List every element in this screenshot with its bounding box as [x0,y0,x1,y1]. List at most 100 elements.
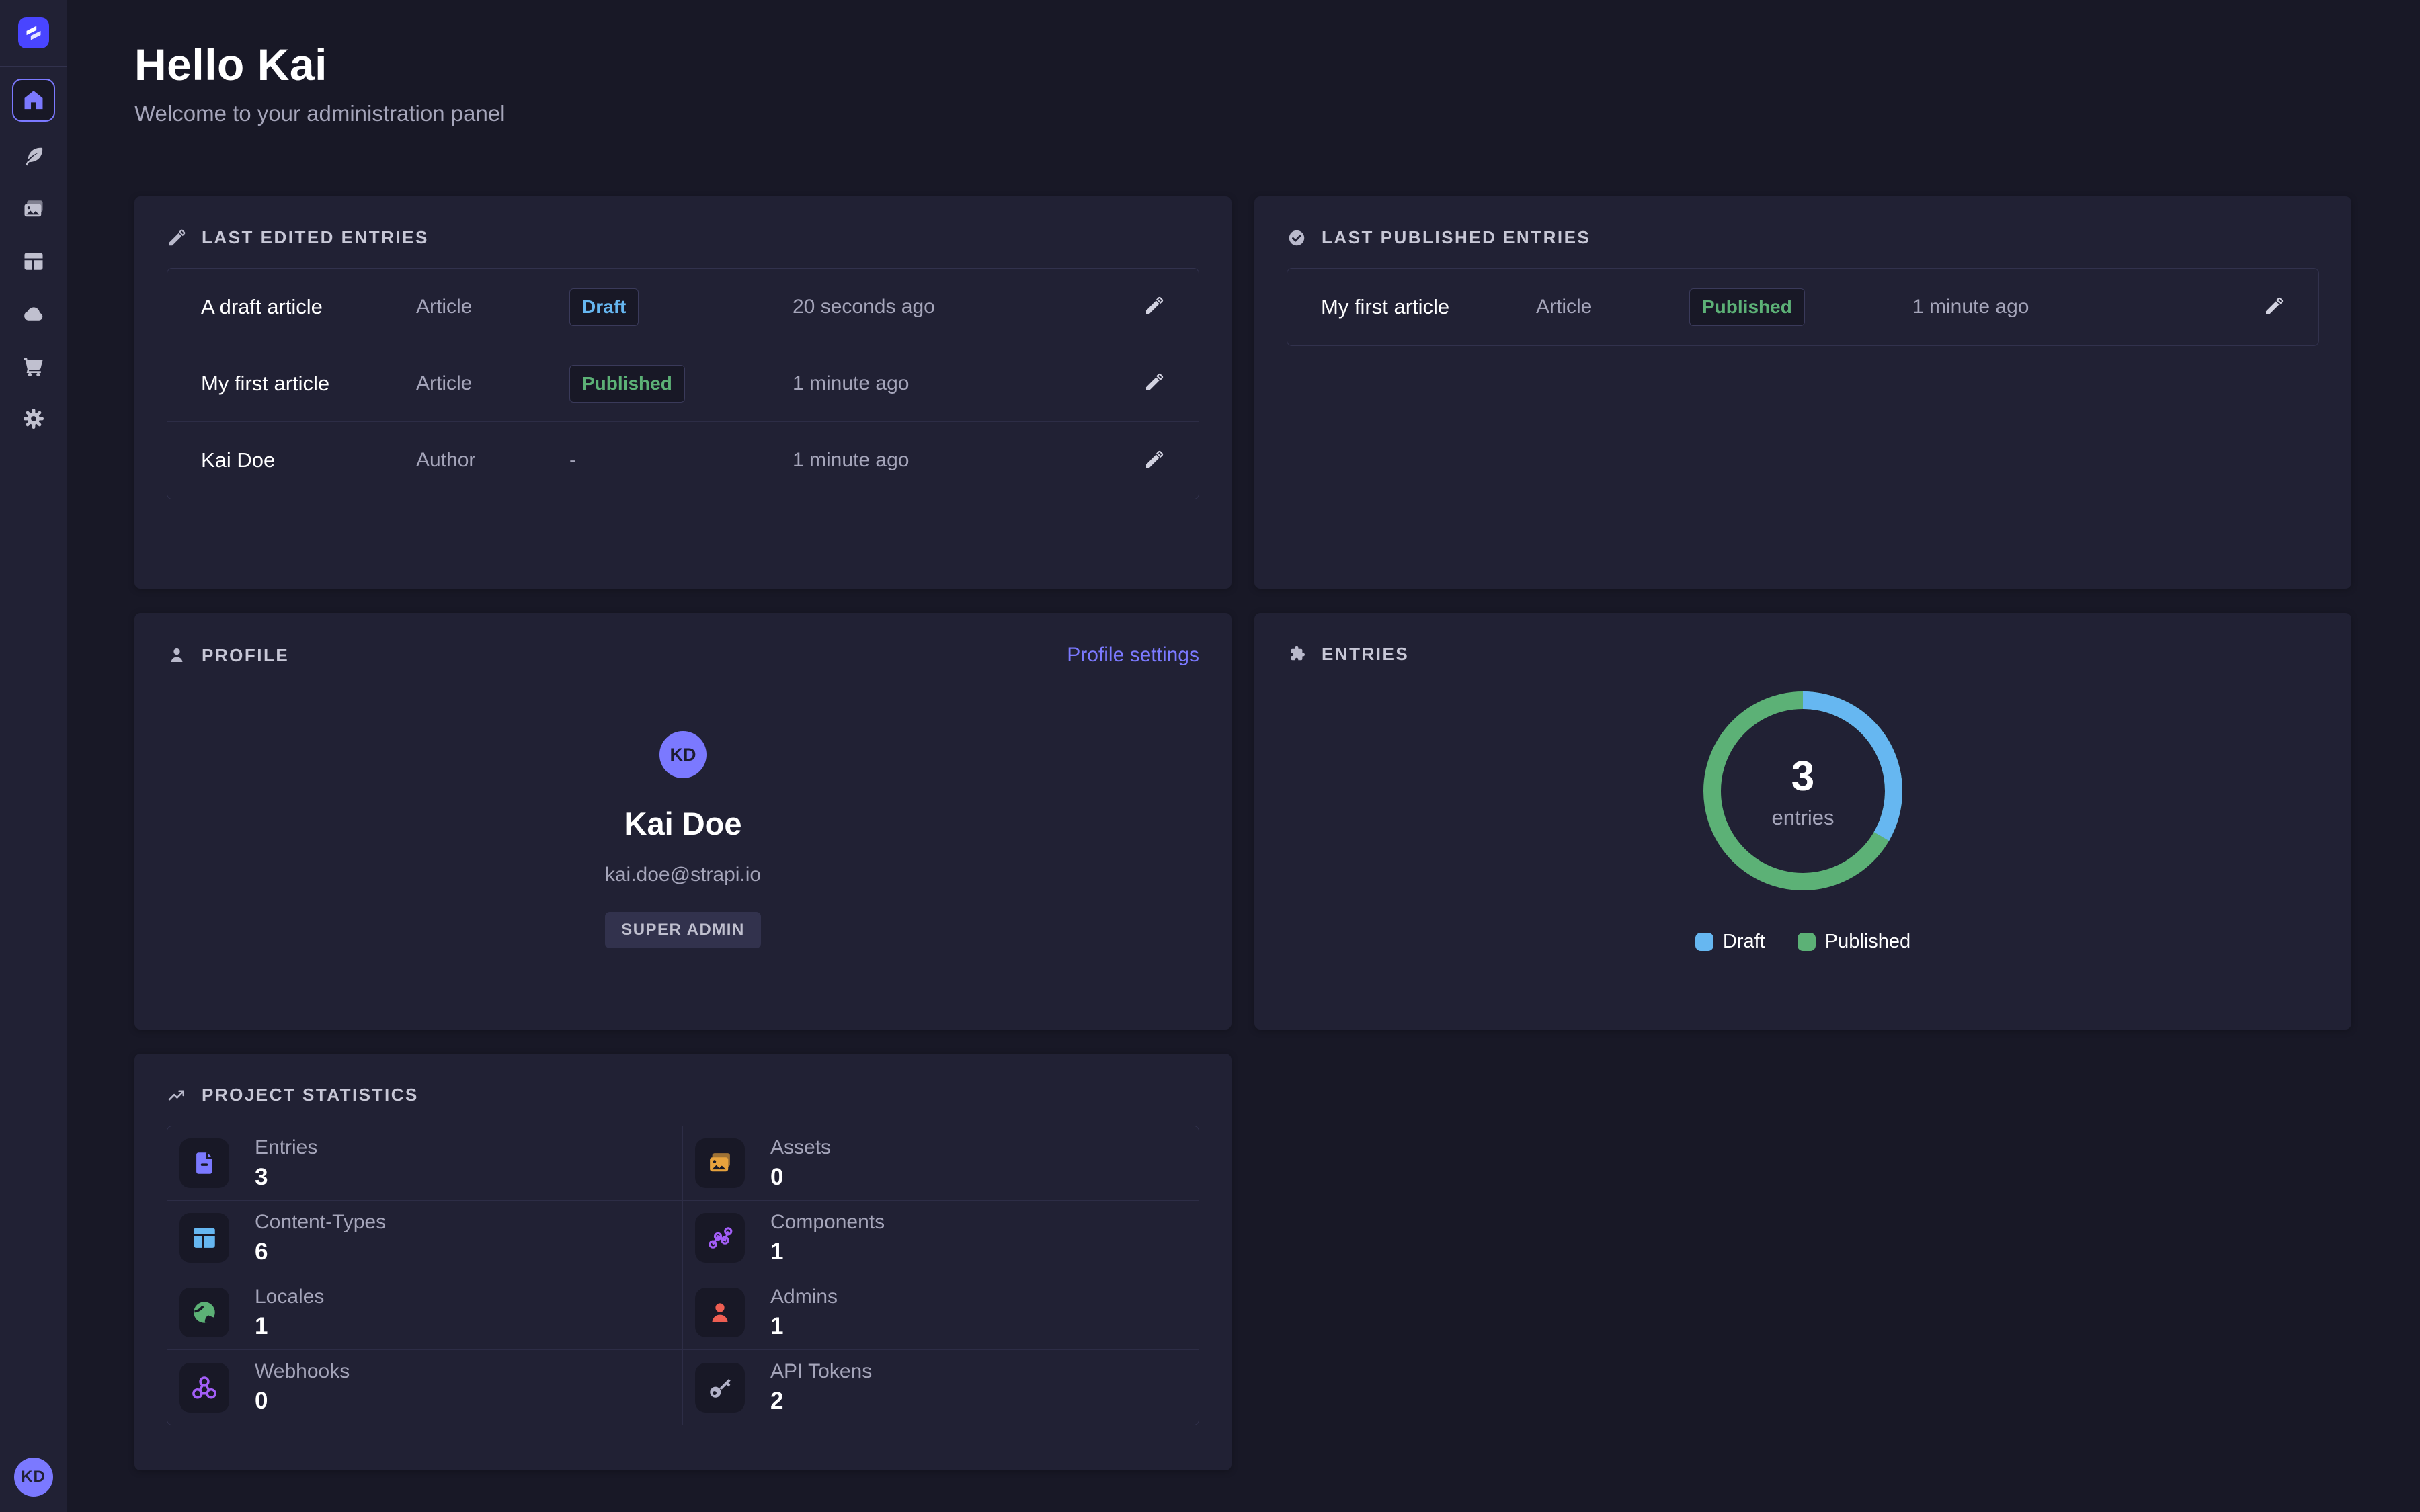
stat-value: 0 [770,1164,831,1191]
media-icon [22,197,46,221]
stat-value: 3 [255,1164,317,1191]
entry-updated-time: 20 seconds ago [793,296,1134,319]
puzzle-icon [1287,644,1307,665]
pencil-icon [2263,296,2285,317]
entry-updated-time: 1 minute ago [793,372,1134,395]
entries-chart: 3 entries Draft Published [1287,690,2319,953]
entry-type: Article [416,372,569,395]
stat-value: 1 [770,1313,838,1340]
pencil-icon [1143,449,1165,470]
edit-entry-button[interactable] [1143,372,1165,395]
donut-chart: 3 entries [1702,690,1904,892]
page-title: Hello Kai [134,39,2353,90]
trending-up-icon [167,1085,187,1105]
entries-count: 3 [1791,753,1814,800]
stat-admins: Admins 1 [683,1275,1199,1350]
entry-type: Article [1536,296,1689,319]
entry-updated-time: 1 minute ago [793,449,1134,472]
stat-webhooks: Webhooks 0 [167,1350,683,1425]
strapi-logo [18,17,49,48]
key-icon [706,1374,734,1402]
status-empty: - [569,449,576,471]
stats-table: Entries 3 [167,1126,1199,1425]
stat-tile [695,1363,745,1413]
stat-label: Admins [770,1286,838,1308]
profile-settings-link[interactable]: Profile settings [1067,644,1199,667]
gear-icon [22,407,46,431]
page-subtitle: Welcome to your administration panel [134,101,2353,126]
status-badge: Published [569,365,685,403]
panel-title: PROJECT STATISTICS [202,1085,419,1105]
panel-header: LAST EDITED ENTRIES [167,196,1199,248]
entries-panel: ENTRIES 3 entries [1254,613,2351,1030]
edit-entry-button[interactable] [1143,295,1165,319]
panel-header: ENTRIES [1287,613,2319,665]
chart-legend: Draft Published [1695,931,1910,953]
panel-title: LAST PUBLISHED ENTRIES [1322,227,1590,248]
sidebar-item-marketplace[interactable] [12,345,55,388]
webhook-icon [190,1374,218,1402]
stat-label: Locales [255,1286,324,1308]
person-icon [167,645,187,665]
stat-value: 1 [255,1313,324,1340]
stat-label: API Tokens [770,1360,872,1383]
profile-avatar: KD [659,731,707,778]
stat-tile [179,1138,229,1188]
pictures-icon [706,1149,734,1177]
stat-tile [179,1213,229,1263]
published-swatch [1798,933,1816,951]
sidebar-item-home[interactable] [12,79,55,122]
stat-label: Entries [255,1136,317,1159]
panel-header: LAST PUBLISHED ENTRIES [1287,196,2319,248]
entry-name: A draft article [201,295,416,319]
main-content: Hello Kai Welcome to your administration… [67,0,2420,1512]
empty-grid-cell [1254,1054,2351,1470]
panel-title: LAST EDITED ENTRIES [202,227,429,248]
stat-label: Components [770,1211,885,1234]
pencil-icon [1143,295,1165,317]
sidebar-user-section: KD [0,1441,67,1512]
stat-value: 6 [255,1238,386,1265]
user-avatar[interactable]: KD [14,1458,53,1497]
feather-icon [22,144,46,169]
dashboard-grid: LAST EDITED ENTRIES A draft article Arti… [134,196,2353,1470]
edit-entry-button[interactable] [1143,449,1165,472]
panel-title: ENTRIES [1322,644,1409,665]
sidebar-item-content-manager[interactable] [12,135,55,178]
table-row[interactable]: Kai Doe Author - 1 minute ago [167,422,1199,499]
molecule-icon [706,1224,734,1252]
entry-name: Kai Doe [201,448,416,472]
sidebar-item-settings[interactable] [12,397,55,440]
role-badge: SUPER ADMIN [605,912,761,948]
sidebar-item-content-type-builder[interactable] [12,240,55,283]
edit-entry-button[interactable] [2263,296,2285,319]
table-row[interactable]: My first article Article Published 1 min… [167,345,1199,422]
profile-email: kai.doe@strapi.io [605,864,761,886]
draft-swatch [1695,933,1713,951]
entry-type: Author [416,449,569,472]
sidebar: KD [0,0,67,1512]
table-row[interactable]: A draft article Article Draft 20 seconds… [167,269,1199,345]
stat-value: 1 [770,1238,885,1265]
panel-header: PROFILE Profile settings [167,613,1199,667]
pencil-icon [167,228,187,248]
entry-name: My first article [201,372,416,396]
document-icon [190,1149,218,1177]
stat-components: Components 1 [683,1201,1199,1275]
legend-item-published: Published [1798,931,1910,953]
stat-entries: Entries 3 [167,1126,683,1201]
stat-api-tokens: API Tokens 2 [683,1350,1199,1425]
stat-locales: Locales 1 [167,1275,683,1350]
sidebar-item-media-library[interactable] [12,187,55,230]
check-circle-icon [1287,228,1307,248]
stat-label: Webhooks [255,1360,350,1383]
entries-count-label: entries [1771,806,1834,830]
cloud-icon [22,302,46,326]
stat-label: Assets [770,1136,831,1159]
table-row[interactable]: My first article Article Published 1 min… [1287,269,2318,345]
home-icon [21,87,46,113]
sidebar-item-cloud[interactable] [12,292,55,335]
stat-label: Content-Types [255,1211,386,1234]
project-statistics-panel: PROJECT STATISTICS Entries [134,1054,1232,1470]
stat-tile [695,1213,745,1263]
